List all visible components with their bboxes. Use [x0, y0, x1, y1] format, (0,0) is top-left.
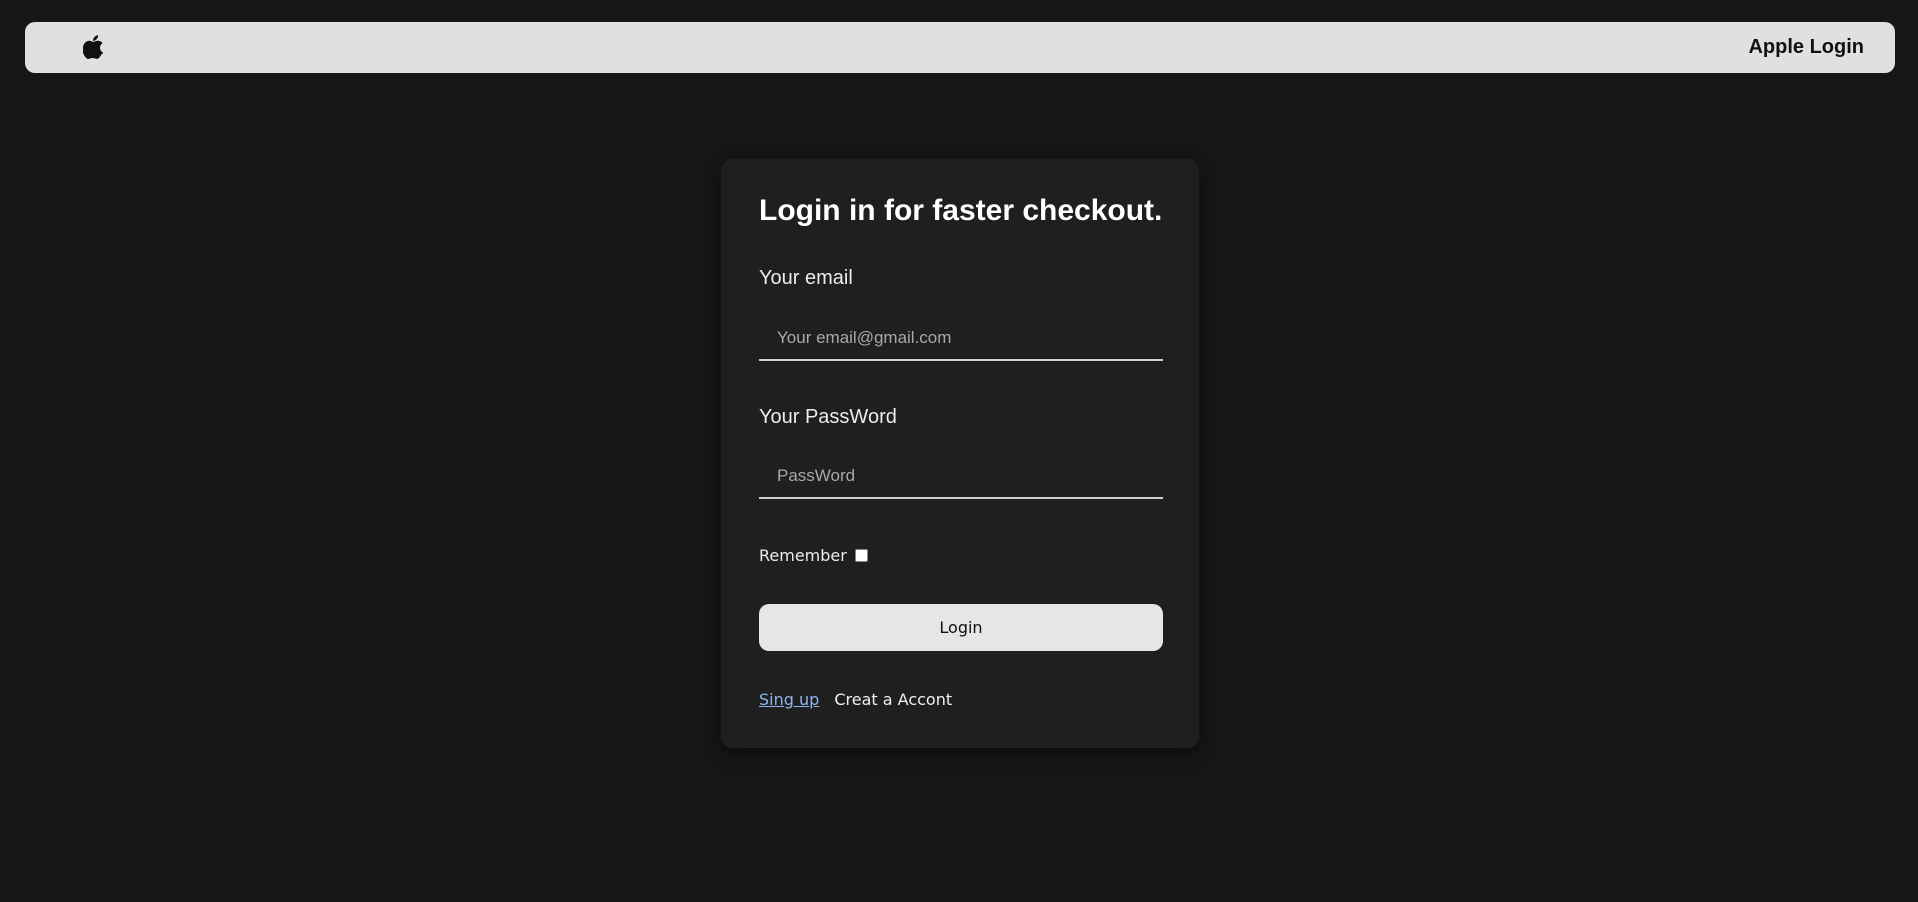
- email-label: Your email: [759, 267, 853, 289]
- remember-label: Remember: [759, 546, 847, 565]
- signup-row: Sing up Creat a Accont: [759, 690, 952, 709]
- password-label: Your PassWord: [759, 406, 897, 428]
- apple-logo-icon[interactable]: [83, 35, 103, 59]
- email-input[interactable]: [759, 317, 1163, 361]
- remember-checkbox[interactable]: [854, 549, 868, 562]
- brand-title[interactable]: Apple Login: [1748, 36, 1864, 59]
- top-navbar: Apple Login: [25, 22, 1895, 73]
- login-button[interactable]: Login: [759, 604, 1163, 651]
- create-account-text: Creat a Accont: [834, 690, 953, 709]
- remember-row: Remember: [759, 546, 868, 565]
- login-heading: Login in for faster checkout.: [759, 194, 1163, 227]
- password-input[interactable]: [759, 455, 1163, 499]
- signup-link[interactable]: Sing up: [759, 690, 819, 709]
- login-card: Login in for faster checkout. Your email…: [721, 159, 1199, 748]
